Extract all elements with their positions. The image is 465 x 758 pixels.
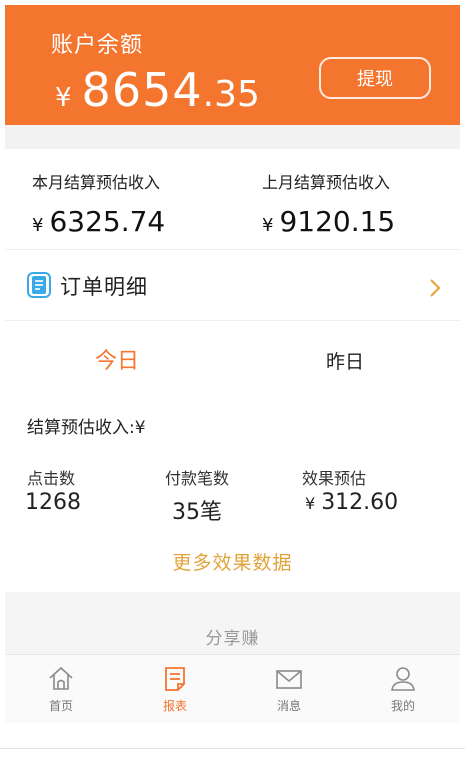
this-month-value: ¥6325.74 [32,205,165,238]
balance-integer: 8654 [81,63,203,117]
nav-item-mine[interactable]: 我的 [373,665,433,714]
user-icon [391,667,415,691]
order-detail-label: 订单明细 [60,275,148,299]
withdraw-button[interactable]: 提现 [319,57,431,99]
order-document-icon [27,272,51,298]
nav-label-messages: 消息 [276,699,301,713]
effect-estimate-label: 效果预估 [302,469,367,488]
effect-amount: 312.60 [321,490,399,515]
payments-label: 付款笔数 [165,469,230,488]
last-month-value: ¥9120.15 [262,205,395,238]
home-icon [49,666,73,690]
last-month-stat: 上月结算预估收入 ¥9120.15 [262,169,395,238]
section-divider [5,125,460,149]
last-month-currency: ¥ [262,215,274,236]
bottom-divider [0,748,465,749]
effect-estimate-value: ¥312.60 [305,490,398,515]
this-month-amount: 6325.74 [49,205,166,238]
balance-decimal: .35 [202,74,260,115]
effect-currency: ¥ [305,494,316,513]
share-label[interactable]: 分享赚 [5,624,460,649]
monthly-stats: 本月结算预估收入 ¥6325.74 上月结算预估收入 ¥9120.15 [5,149,460,250]
mail-icon [276,670,302,689]
clicks-label: 点击数 [27,469,76,488]
nav-label-mine: 我的 [390,699,415,713]
tab-yesterday[interactable]: 昨日 [326,347,364,374]
more-data-link[interactable]: 更多效果数据 [0,548,465,575]
nav-item-home[interactable]: 首页 [31,665,91,714]
bottom-nav: 首页 报表 消息 我的 [5,654,460,723]
nav-label-report: 报表 [162,699,187,713]
chevron-right-icon [430,279,441,297]
order-detail-row[interactable]: 订单明细 [5,250,460,321]
payments-value: 35笔 [172,500,222,525]
nav-label-home: 首页 [48,699,73,713]
share-section: 分享赚 [5,592,460,654]
balance-header: 账户余额 ¥ 8654 .35 提现 [5,5,460,125]
settle-estimate-label: 结算预估收入:¥ [27,418,146,438]
last-month-label: 上月结算预估收入 [262,173,391,192]
balance-currency: ¥ [55,83,72,113]
balance-label: 账户余额 [51,33,144,58]
nav-item-messages[interactable]: 消息 [259,665,319,714]
report-icon [165,667,185,691]
last-month-amount: 9120.15 [279,205,396,238]
this-month-label: 本月结算预估收入 [32,173,161,192]
nav-item-report[interactable]: 报表 [145,665,205,714]
clicks-value: 1268 [25,490,81,515]
balance-amount: ¥ 8654 .35 [55,63,260,117]
screen: 账户余额 ¥ 8654 .35 提现 本月结算预估收入 ¥6325.74 上月结… [0,0,465,758]
this-month-currency: ¥ [32,215,44,236]
this-month-stat: 本月结算预估收入 ¥6325.74 [32,169,165,238]
tab-today[interactable]: 今日 [95,343,139,375]
